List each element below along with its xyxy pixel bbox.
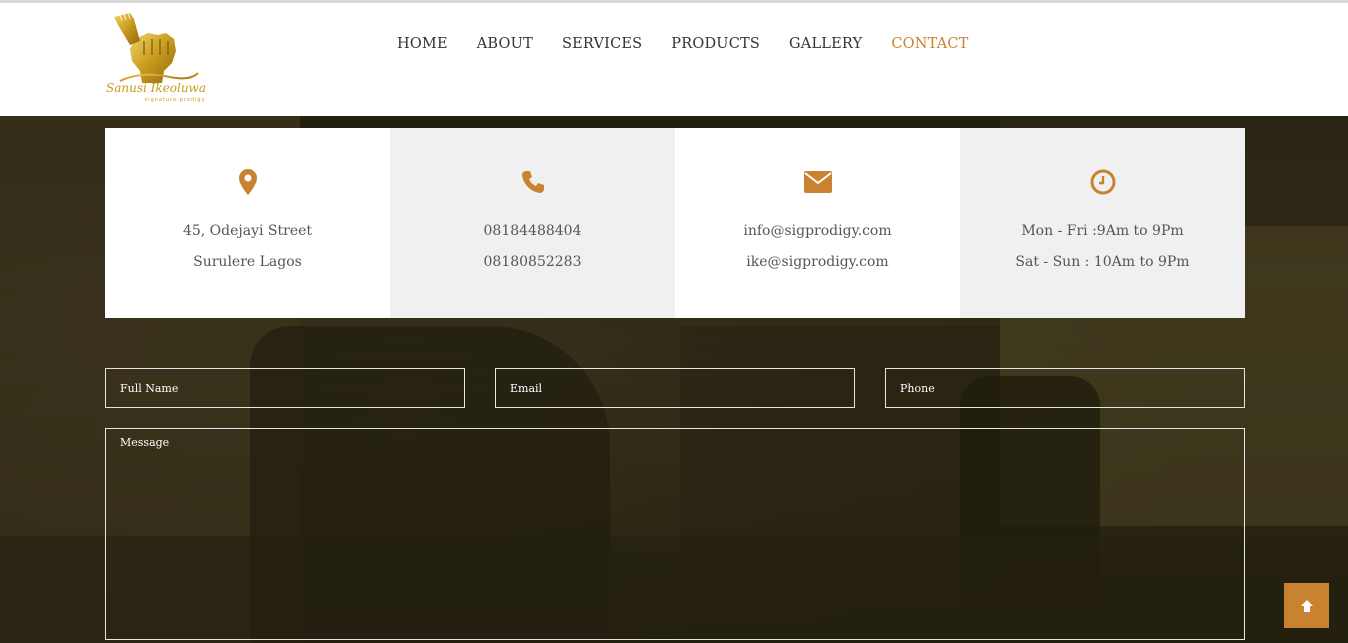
address-box: 45, Odejayi Street Surulere Lagos (105, 128, 390, 318)
brand-logo[interactable]: Sanusi Ikeoluwa Signature Prodigy (100, 11, 210, 111)
nav-home[interactable]: HOME (397, 36, 448, 52)
phone-line-1[interactable]: 08184488404 (390, 216, 675, 247)
email-line-2[interactable]: ike@sigprodigy.com (675, 247, 960, 278)
phone-field[interactable] (885, 368, 1245, 408)
phone-line-2[interactable]: 08180852283 (390, 247, 675, 278)
main-nav: HOME ABOUT SERVICES PRODUCTS GALLERY CON… (397, 36, 998, 52)
phone-box: 08184488404 08180852283 (390, 128, 675, 318)
message-field[interactable] (105, 428, 1245, 640)
nav-products[interactable]: PRODUCTS (671, 36, 760, 52)
address-line-1: 45, Odejayi Street (182, 223, 313, 239)
scroll-to-top-button[interactable] (1284, 583, 1329, 628)
hours-box: Mon - Fri :9Am to 9Pm Sat - Sun : 10Am t… (960, 128, 1245, 318)
phone-input[interactable] (886, 369, 1244, 407)
nav-about[interactable]: ABOUT (477, 36, 533, 52)
envelope-icon (675, 168, 960, 196)
nav-gallery[interactable]: GALLERY (789, 36, 862, 52)
nav-contact[interactable]: CONTACT (891, 36, 968, 52)
full-name-input[interactable] (106, 369, 464, 407)
message-textarea[interactable] (106, 429, 1244, 639)
full-name-field[interactable] (105, 368, 465, 408)
logo-script-text: Sanusi Ikeoluwa (106, 81, 206, 95)
address-line-2: Surulere Lagos (193, 254, 302, 270)
email-line-1[interactable]: info@sigprodigy.com (675, 216, 960, 247)
hours-line-1: Mon - Fri :9Am to 9Pm (1021, 223, 1184, 239)
map-marker-icon (105, 168, 390, 196)
phone-icon (390, 168, 675, 196)
hours-line-2: Sat - Sun : 10Am to 9Pm (1015, 254, 1190, 270)
contact-info-row: 45, Odejayi Street Surulere Lagos 081844… (105, 128, 1245, 318)
logo-tagline: Signature Prodigy (144, 97, 206, 103)
clock-icon (960, 168, 1245, 196)
nav-services[interactable]: SERVICES (562, 36, 642, 52)
email-field[interactable] (495, 368, 855, 408)
email-box: info@sigprodigy.com ike@sigprodigy.com (675, 128, 960, 318)
arrow-up-icon (1300, 599, 1313, 612)
email-input[interactable] (496, 369, 854, 407)
site-header: Sanusi Ikeoluwa Signature Prodigy HOME A… (0, 3, 1348, 116)
logo-emblem (114, 12, 199, 83)
